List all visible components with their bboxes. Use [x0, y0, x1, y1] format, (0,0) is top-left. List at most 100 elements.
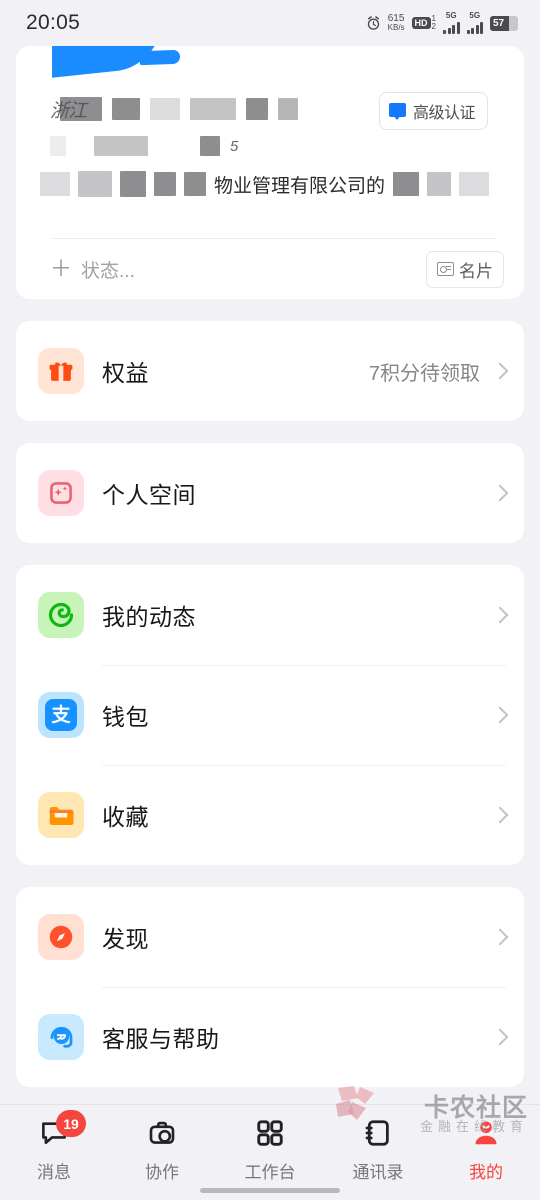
person-icon: [467, 1115, 505, 1151]
profile-company-text: 物业管理有限公司的: [214, 175, 386, 197]
network-speed-indicator: 615 KB/s: [388, 14, 405, 32]
redacted-block: [94, 136, 148, 156]
redacted-block: [278, 98, 299, 120]
chevron-right-icon: [491, 1028, 509, 1046]
tab-label: 消息: [37, 1163, 71, 1182]
chevron-right-icon: [491, 806, 509, 824]
menu-label: 收藏: [102, 804, 149, 830]
plus-icon: ＋: [50, 256, 73, 281]
redacted-block: [112, 98, 141, 120]
menu-label: 客服与帮助: [102, 1026, 220, 1052]
status-input-row[interactable]: ＋ 状态... 名片: [16, 239, 524, 299]
contact-card-icon: [437, 262, 454, 276]
profile-company-row: 物业管理有限公司的: [40, 170, 490, 198]
verification-badge[interactable]: 高级认证: [378, 92, 488, 130]
chevron-right-icon: [491, 484, 509, 502]
battery-percent: 57: [493, 17, 505, 29]
tab-label: 工作台: [244, 1163, 296, 1182]
verified-building-icon: [388, 102, 406, 120]
tab-label: 通讯录: [352, 1163, 404, 1182]
menu-label: 个人空间: [102, 482, 196, 508]
grid-squares-icon: [251, 1115, 289, 1151]
profile-name-row: 浙江: [50, 96, 299, 122]
redacted-block: [393, 172, 420, 196]
chat-bubble-icon: 19: [35, 1110, 86, 1151]
menu-value-points: 7积分待领取: [368, 362, 480, 385]
alipay-wallet-icon: 支: [38, 692, 84, 738]
network-speed-unit: KB/s: [387, 23, 405, 32]
tab-mine[interactable]: 我的: [432, 1115, 540, 1183]
battery-icon: 57: [490, 15, 518, 31]
app-screen: 20:05 615 KB/s HD 1 2 5G 5G 57 浙江 5 物业管理…: [0, 0, 540, 1200]
redacted-block: [190, 98, 237, 120]
hd-voice-icon: HD 1 2: [411, 14, 436, 32]
signal-bars-sim1: 5G: [443, 12, 460, 34]
headset-support-icon: [38, 1014, 84, 1060]
profile-subtitle-row: 5: [50, 134, 238, 158]
redacted-block: [427, 172, 452, 196]
contacts-book-icon: [359, 1115, 397, 1151]
folder-icon: [38, 792, 84, 838]
redacted-block: [40, 172, 70, 196]
messages-unread-badge: 19: [56, 1110, 86, 1137]
redacted-block: [184, 172, 206, 196]
menu-row-support-help[interactable]: 客服与帮助: [16, 987, 509, 1087]
chevron-right-icon: [491, 928, 509, 946]
menu-group-services: 发现 客服与帮助: [16, 887, 524, 1087]
redacted-block: [459, 172, 490, 196]
menu-row-discover[interactable]: 发现: [16, 887, 509, 987]
hd-sim-two: 2: [431, 22, 436, 31]
alarm-icon: [367, 15, 379, 30]
status-bar-indicators: 615 KB/s HD 1 2 5G 5G 57: [366, 12, 518, 34]
redacted-block: [200, 136, 220, 156]
menu-label: 权益: [102, 360, 149, 386]
menu-group-benefits: 权益 7积分待领取: [16, 321, 524, 421]
menu-label: 钱包: [102, 704, 149, 730]
tab-label: 我的: [469, 1163, 503, 1182]
profile-name-visible: 浙江: [50, 100, 87, 122]
tab-label: 协作: [145, 1163, 179, 1182]
status-bar-clock: 20:05: [26, 11, 81, 34]
briefcase-cloud-icon: [143, 1115, 181, 1151]
menu-row-wallet[interactable]: 支 钱包: [16, 665, 509, 765]
status-bar: 20:05 615 KB/s HD 1 2 5G 5G 57: [0, 0, 540, 46]
scroll-content: 浙江 5 物业管理有限公司的 高级认证 ＋ 状态... 名片 权益 7积分待领取…: [0, 46, 540, 1104]
redacted-block: [50, 136, 66, 156]
tab-messages[interactable]: 19 消息: [0, 1110, 108, 1183]
menu-row-personal-space[interactable]: 个人空间: [16, 443, 509, 543]
tab-workbench[interactable]: 工作台: [216, 1115, 324, 1183]
home-indicator: [200, 1188, 340, 1193]
avatar[interactable]: [52, 46, 162, 78]
menu-group-personal: 我的动态 支 钱包 收藏: [16, 565, 524, 865]
redacted-glyph: 5: [230, 137, 238, 155]
business-card-label: 名片: [459, 261, 493, 281]
verification-badge-label: 高级认证: [412, 105, 476, 122]
redacted-block: [120, 171, 146, 197]
gift-icon: [38, 348, 84, 394]
menu-row-my-moments[interactable]: 我的动态: [16, 565, 509, 665]
tab-contacts[interactable]: 通讯录: [324, 1115, 432, 1183]
menu-label: 我的动态: [102, 604, 196, 630]
profile-card[interactable]: 浙江 5 物业管理有限公司的 高级认证 ＋ 状态... 名片: [16, 46, 524, 299]
chevron-right-icon: [491, 706, 509, 724]
chevron-right-icon: [491, 606, 509, 624]
chevron-right-icon: [491, 362, 509, 380]
menu-row-favorites[interactable]: 收藏: [16, 765, 509, 865]
signal-label-sim2: 5G: [469, 11, 481, 20]
menu-row-benefits[interactable]: 权益 7积分待领取: [16, 321, 509, 421]
status-input[interactable]: 状态...: [81, 256, 426, 283]
signal-bars-sim2: 5G: [466, 11, 483, 34]
compass-icon: [38, 914, 84, 960]
hd-label: HD: [411, 17, 431, 29]
sparkle-frame-icon: [38, 470, 84, 516]
moments-spiral-icon: [38, 592, 84, 638]
signal-label-sim1: 5G: [445, 11, 457, 20]
menu-group-personal-space: 个人空间: [16, 443, 524, 543]
redacted-block: [150, 98, 181, 120]
business-card-button[interactable]: 名片: [426, 250, 504, 288]
signal-strength-sim1: [443, 21, 460, 34]
redacted-block: [78, 171, 112, 197]
tab-collaboration[interactable]: 协作: [108, 1115, 216, 1183]
signal-strength-sim2: [466, 21, 483, 34]
bottom-tab-bar: 19 消息 协作 工作台 通讯录 我的: [0, 1104, 540, 1200]
